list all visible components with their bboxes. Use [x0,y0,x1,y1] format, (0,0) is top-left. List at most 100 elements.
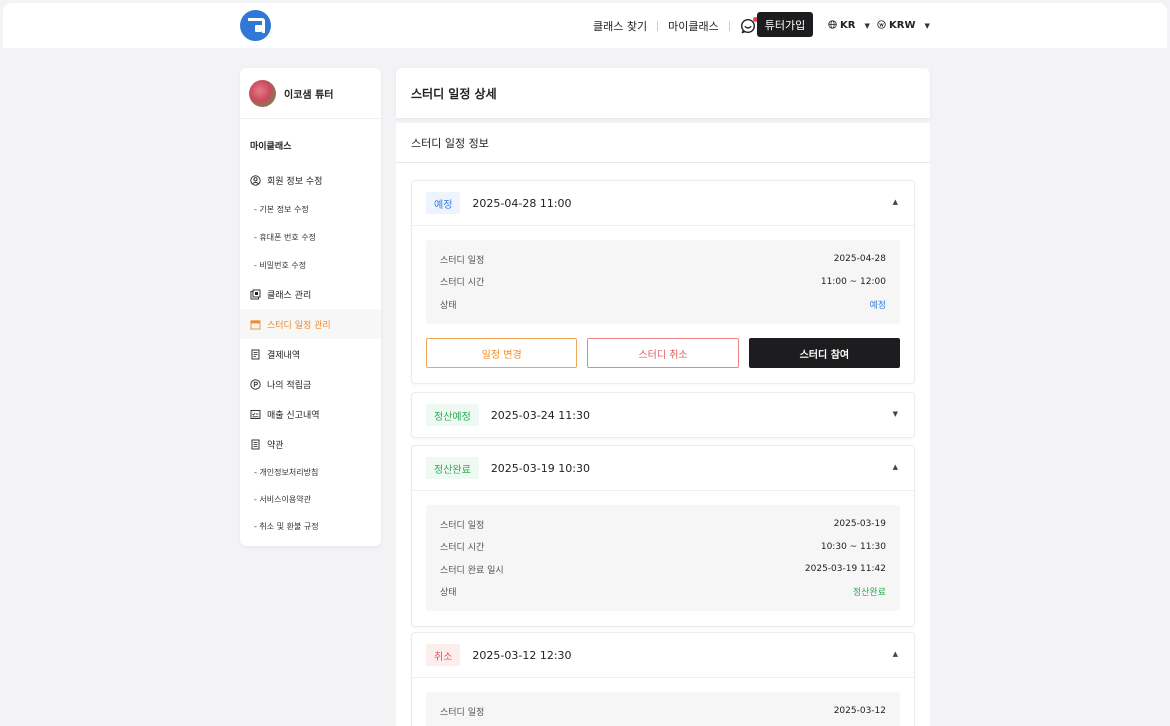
sidebar: 이코샘 튜터 마이클래스 회원 정보 수정 - 기본 정보 수정 - 휴대폰 번… [240,68,381,546]
chevron-up-icon[interactable]: ▲ [893,198,898,206]
info-label: 스터디 일정 [440,520,485,531]
top-nav: 클래스 찾기 마이클래스 [593,3,758,48]
profile-name: 이코샘 튜터 [284,89,334,101]
divider [412,225,914,226]
info-value: 11:00 ~ 12:00 [820,276,886,287]
info-row: 스터디 시간 11:00 ~ 12:00 [440,271,886,294]
tutor-join-button[interactable]: 튜터가입 [757,12,813,37]
info-row: 스터디 일정 2025-04-28 [440,248,886,271]
schedule-info: 스터디 일정 2025-04-28 스터디 시간 11:00 ~ 12:00 상… [426,240,900,324]
sidebar-sub-privacy[interactable]: - 개인정보처리방침 [240,459,381,486]
info-label: 상태 [440,588,457,599]
schedule-card: 예정 2025-04-28 11:00 ▲ 스터디 일정 2025-04-28 … [411,180,915,384]
currency-select[interactable]: KRW ▼ [877,3,930,48]
sidebar-sub-service-terms[interactable]: - 서비스이용약관 [240,486,381,513]
status-badge: 정산예정 [426,404,479,426]
info-label: 스터디 일정 [440,707,485,718]
nav-divider [657,20,659,31]
main-content: 스터디 일정 정보 예정 2025-04-28 11:00 ▲ 스터디 일정 2… [396,123,930,726]
join-study-button[interactable]: 스터디 참여 [748,338,901,368]
page-title: 스터디 일정 상세 [396,68,930,118]
sidebar-sub-password[interactable]: - 비밀번호 수정 [240,251,381,279]
sidebar-item-sales-report[interactable]: 매출 신고내역 [240,399,381,429]
nav-find-class[interactable]: 클래스 찾기 [593,18,647,34]
schedule-info: 스터디 일정 2025-03-19 스터디 시간 10:30 ~ 11:30 스… [426,505,900,611]
user-circle-icon [250,174,261,186]
currency-icon [877,19,886,32]
section-title: 스터디 일정 정보 [396,123,930,163]
info-row: 스터디 완료 일시 2025-03-19 11:42 [440,558,886,581]
change-schedule-button[interactable]: 일정 변경 [426,338,578,368]
sidebar-sub-phone[interactable]: - 휴대폰 번호 수정 [240,223,381,251]
chat-icon[interactable] [740,16,758,34]
schedule-datetime: 2025-03-19 10:30 [490,461,590,475]
sidebar-item-label: 약관 [267,440,284,451]
schedule-info: 스터디 일정 2025-03-12 [426,692,900,726]
chevron-down-icon[interactable]: ▼ [893,410,898,418]
sidebar-item-label: 스터디 일정 관리 [267,320,331,331]
logo-icon[interactable] [240,10,271,41]
info-label: 스터디 완료 일시 [440,565,504,576]
sidebar-item-points[interactable]: 나의 적립금 [240,369,381,399]
schedule-card-header[interactable]: 정산완료 2025-03-19 10:30 ▲ [412,446,914,490]
status-badge: 정산완료 [426,457,479,479]
globe-icon [828,19,837,32]
sidebar-item-terms[interactable]: 약관 [240,429,381,459]
card-actions: 일정 변경 스터디 취소 스터디 참여 [426,338,901,368]
schedule-card: 정산예정 2025-03-24 11:30 ▼ [411,392,915,438]
schedule-card-header[interactable]: 정산예정 2025-03-24 11:30 ▼ [412,393,914,437]
sidebar-item-study-schedule[interactable]: 스터디 일정 관리 [240,309,381,339]
chevron-up-icon[interactable]: ▲ [893,463,898,471]
info-value: 10:30 ~ 11:30 [820,541,886,552]
cancel-study-button[interactable]: 스터디 취소 [587,338,739,368]
info-value: 2025-04-28 [833,254,886,265]
chevron-down-icon: ▼ [924,21,930,30]
language-select[interactable]: KR ▼ [828,3,870,48]
status-badge: 예정 [426,192,461,214]
status-value: 예정 [869,300,886,311]
sales-report-icon [250,409,261,420]
sidebar-item-label: 매출 신고내역 [267,410,320,421]
info-row: 상태 예정 [440,293,886,316]
app-frame: 클래스 찾기 마이클래스 튜터가입 KR ▼ KRW ▼ 이코샘 튜터 마이클래… [3,3,1167,726]
schedule-card-header[interactable]: 예정 2025-04-28 11:00 ▲ [412,181,914,225]
sidebar-item-label: 나의 적립금 [267,380,312,391]
class-manage-icon [250,289,261,300]
receipt-icon [250,349,261,360]
nav-divider [728,20,730,31]
sidebar-item-label: 회원 정보 수정 [267,176,323,187]
info-label: 상태 [440,300,457,311]
sidebar-sub-basic-info[interactable]: - 기본 정보 수정 [240,195,381,223]
sidebar-item-class-manage[interactable]: 클래스 관리 [240,279,381,309]
currency-value: KRW [889,20,916,31]
document-icon [250,439,261,450]
schedule-datetime: 2025-03-24 11:30 [490,408,590,422]
info-label: 스터디 일정 [440,255,485,266]
points-icon [250,378,261,390]
info-value: 2025-03-12 [833,706,886,717]
profile: 이코샘 튜터 [240,68,381,119]
avatar [249,79,276,107]
sidebar-item-edit-member[interactable]: 회원 정보 수정 [240,165,381,195]
schedule-card-header[interactable]: 취소 2025-03-12 12:30 ▲ [412,633,914,677]
divider [412,490,914,491]
calendar-icon [250,319,261,330]
schedule-card: 정산완료 2025-03-19 10:30 ▲ 스터디 일정 2025-03-1… [411,445,915,627]
nav-my-class[interactable]: 마이클래스 [668,18,719,34]
info-row: 스터디 시간 10:30 ~ 11:30 [440,536,886,559]
info-row: 스터디 일정 2025-03-12 [440,700,886,723]
chevron-up-icon[interactable]: ▲ [893,650,898,658]
info-row: 스터디 일정 2025-03-19 [440,513,886,536]
sidebar-sub-refund-policy[interactable]: - 취소 및 환불 규정 [240,513,381,540]
language-value: KR [840,20,856,31]
info-label: 스터디 시간 [440,543,485,554]
top-header: 클래스 찾기 마이클래스 튜터가입 KR ▼ KRW ▼ [3,3,1167,48]
schedule-datetime: 2025-04-28 11:00 [472,196,572,210]
divider [412,677,914,678]
schedule-card: 취소 2025-03-12 12:30 ▲ 스터디 일정 2025-03-12 [411,632,915,726]
info-value: 2025-03-19 [833,519,886,530]
schedule-datetime: 2025-03-12 12:30 [472,648,572,662]
sidebar-item-payments[interactable]: 결제내역 [240,339,381,369]
status-value: 정산완료 [852,588,886,599]
sidebar-item-label: 결제내역 [267,350,301,361]
